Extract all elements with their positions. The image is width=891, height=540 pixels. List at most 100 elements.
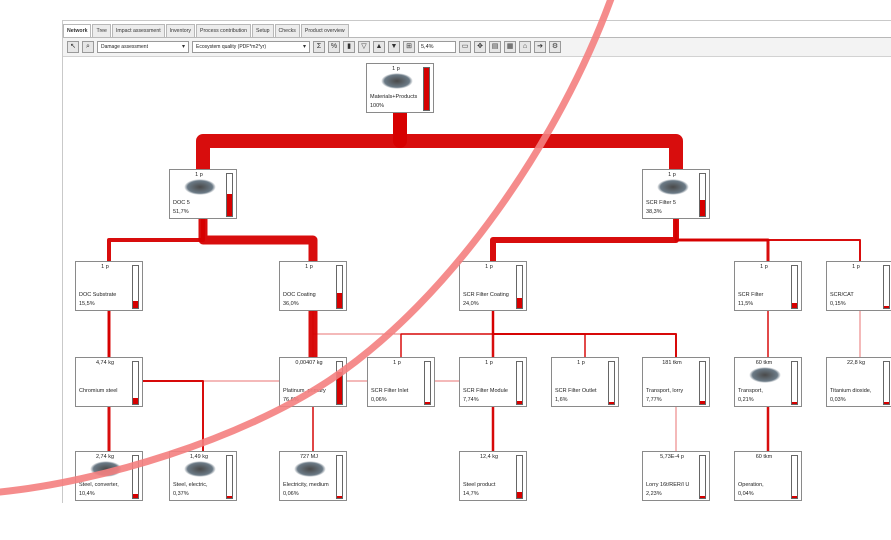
contribution-bar [883,361,890,405]
process-node-ti[interactable]: 22,8 kg Titanium dioxide, 0,03% [826,357,891,407]
process-node-scrf[interactable]: 1 p SCR Filter 11,5% [734,261,802,311]
contribution-bar [516,361,523,405]
node-percentage: 0,06% [371,397,387,403]
process-node-scrout[interactable]: 1 p SCR Filter Outlet 1,6% [551,357,619,407]
node-amount: 1,49 kg [189,454,209,460]
process-node-root[interactable]: 1 p Materials+Products 100% [366,63,434,113]
node-amount: 1 p [852,264,860,270]
node-percentage: 0,21% [738,397,754,403]
process-node-scrcat[interactable]: 1 p SCR/CAT 0,15% [826,261,891,311]
node-amount: 1 p [668,172,676,178]
flow-doccoat-to-doc [198,219,318,261]
process-node-steelprod[interactable]: 12,4 kg Steel product 14,7% [459,451,527,501]
contribution-fill [700,200,705,216]
node-name: SCR/CAT [830,292,854,298]
contribution-fill [337,496,342,498]
contribution-fill [133,493,138,498]
node-name: Chromium steel [79,388,118,394]
contribution-fill [133,398,138,404]
node-percentage: 15,5% [79,301,95,307]
contribution-fill [609,402,614,404]
node-percentage: 7,77% [646,397,662,403]
process-image-icon [90,271,122,287]
node-amount: 1 p [305,264,313,270]
process-node-transp[interactable]: 60 tkm Transport, 0,21% [734,357,802,407]
process-image-icon [474,367,506,383]
process-node-scrcoat[interactable]: 1 p SCR Filter Coating 24,0% [459,261,527,311]
process-image-icon [294,461,326,477]
node-name: Lorry 16t/RER/I U [646,482,690,488]
node-percentage: 1,6% [555,397,568,403]
process-image-icon [382,367,414,383]
node-name: Steel, electric, [173,482,208,488]
node-percentage: 11,5% [738,301,754,307]
node-percentage: 7,74% [463,397,479,403]
node-name: SCR Filter [738,292,764,298]
contribution-bar [516,265,523,309]
contribution-bar [791,265,798,309]
node-percentage: 76,8% [283,397,299,403]
process-node-crsteel[interactable]: 4,74 kg Chromium steel [75,357,143,407]
contribution-bar [791,361,798,405]
contribution-fill [425,402,430,404]
contribution-bar [132,455,139,499]
node-percentage: 36,0% [283,301,299,307]
contribution-fill [700,400,705,404]
process-image-icon [566,367,598,383]
node-name: SCR Filter 5 [646,200,676,206]
flow-docsub-to-doc [107,219,205,261]
process-node-pt[interactable]: 0,00407 kg Platinum, primary 76,8% [279,357,347,407]
contribution-bar [336,455,343,499]
contribution-bar [226,455,233,499]
node-percentage: 24,0% [463,301,479,307]
contribution-fill [517,400,522,404]
node-amount: 727 MJ [299,454,319,460]
contribution-fill [517,297,522,308]
process-node-scrmod[interactable]: 1 p SCR Filter Module 7,74% [459,357,527,407]
process-node-oper[interactable]: 60 tkm Operation, 0,04% [734,451,802,501]
contribution-fill [884,402,889,404]
node-name: Platinum, primary [283,388,326,394]
node-amount: 0,00407 kg [295,360,323,366]
contribution-fill [337,292,342,308]
node-name: Steel, converter, [79,482,119,488]
contribution-fill [792,402,797,404]
process-image-icon [474,271,506,287]
contribution-fill [884,306,889,308]
process-image-icon [90,367,122,383]
contribution-bar [336,361,343,405]
node-name: Transport, [738,388,763,394]
node-amount: 12,4 kg [479,454,499,460]
node-amount: 60 tkm [755,360,773,366]
process-node-elec[interactable]: 727 MJ Electricity, medium 0,06% [279,451,347,501]
process-image-icon [841,367,873,383]
process-node-doc[interactable]: 1 p DOC 5 51,7% [169,169,237,219]
process-node-docsub[interactable]: 1 p DOC Substrate 15,5% [75,261,143,311]
node-name: SCR Filter Outlet [555,388,597,394]
process-node-lorry[interactable]: 181 tkm Transport, lorry 7,77% [642,357,710,407]
process-node-lorryb[interactable]: 5,73E-4 p Lorry 16t/RER/I U 2,23% [642,451,710,501]
process-node-scrin[interactable]: 1 p SCR Filter Inlet 0,06% [367,357,435,407]
process-node-steel1[interactable]: 2,74 kg Steel, converter, 10,4% [75,451,143,501]
process-node-doccoat[interactable]: 1 p DOC Coating 36,0% [279,261,347,311]
node-name: Electricity, medium [283,482,329,488]
contribution-bar [132,361,139,405]
process-node-scr[interactable]: 1 p SCR Filter 5 38,3% [642,169,710,219]
process-image-icon [184,179,216,195]
node-amount: 1 p [577,360,585,366]
process-image-icon [294,271,326,287]
contribution-bar [336,265,343,309]
node-amount: 1 p [392,66,400,72]
node-amount: 4,74 kg [95,360,115,366]
node-amount: 1 p [101,264,109,270]
node-amount: 1 p [485,360,493,366]
flow-scr-to-root [393,113,683,169]
process-image-icon [841,271,873,287]
process-node-steel2[interactable]: 1,49 kg Steel, electric, 0,37% [169,451,237,501]
node-name: DOC Coating [283,292,316,298]
node-amount: 5,73E-4 p [660,454,684,460]
process-image-icon [90,461,122,477]
contribution-fill [792,496,797,498]
node-percentage: 0,04% [738,491,754,497]
node-name: Steel product [463,482,496,488]
